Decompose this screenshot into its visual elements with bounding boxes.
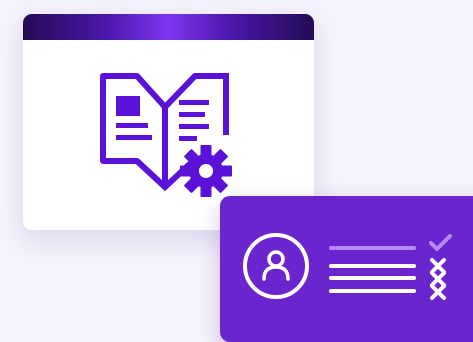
profile-card	[220, 196, 473, 342]
profile-checklist-illustration	[243, 233, 452, 300]
cross-icon-2	[430, 271, 446, 287]
user-avatar-icon	[243, 233, 309, 299]
cross-icon-3	[430, 284, 446, 300]
checklist-lines	[329, 246, 416, 293]
cross-icon-1	[430, 258, 446, 274]
check-icon	[429, 234, 452, 251]
gear-icon	[180, 145, 232, 197]
